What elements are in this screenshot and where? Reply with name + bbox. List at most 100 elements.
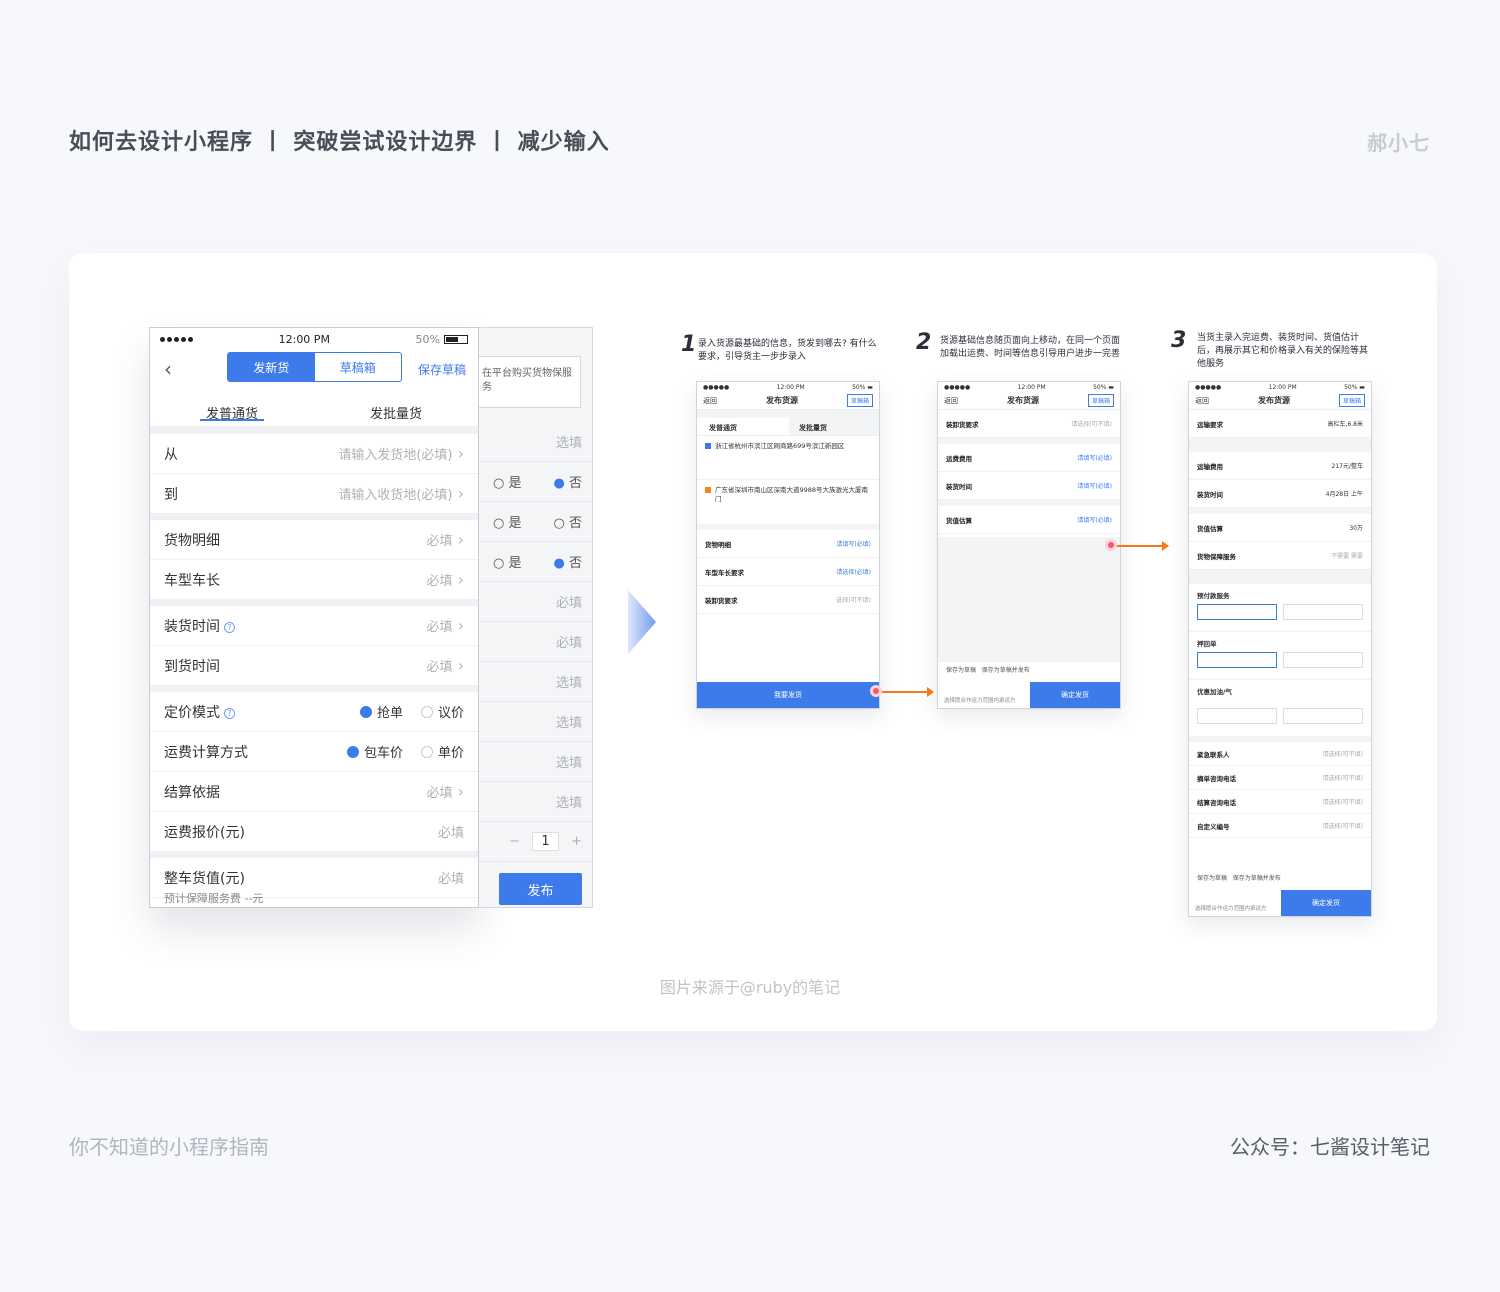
footer-left: 你不知道的小程序指南 — [69, 1135, 269, 1159]
segment-control[interactable]: 发新货 草稿箱 — [227, 352, 402, 382]
row-cargo-detail[interactable]: 货物明细 必填 — [150, 520, 478, 560]
back-row-yesno[interactable]: ○ 是 ● 否 — [479, 542, 592, 582]
drafts-tag[interactable]: 草稿箱 — [1338, 394, 1365, 407]
status-time: 12:00 PM — [278, 332, 330, 346]
insurance-fee-note: 预计保障服务费 --元 — [164, 892, 264, 905]
back-link[interactable]: 返回 — [703, 396, 717, 406]
row[interactable]: 货值估算 30万 — [1189, 514, 1371, 542]
row-to[interactable]: 到请输入收货地(必填) — [150, 474, 478, 514]
row-load-time[interactable]: 装货时间? 必填 — [150, 606, 478, 646]
radio-negotiate[interactable]: 议价 — [421, 702, 464, 721]
row[interactable]: 装卸货要求 请选择(可不填) — [938, 410, 1120, 438]
radio-save-draft[interactable]: 保存为草稿 — [1197, 875, 1227, 882]
row[interactable]: 自定义编号 请选择(可不填) — [1189, 814, 1371, 838]
row[interactable]: 货物保障服务 不需要 需要 — [1189, 542, 1371, 570]
tab-batch[interactable]: 发批量货 — [789, 418, 879, 435]
row[interactable]: 货值估算 请填写(必填) — [938, 506, 1120, 534]
seg-drafts[interactable]: 草稿箱 — [315, 353, 402, 381]
back-row[interactable]: 必填 — [479, 582, 592, 622]
confirm-button[interactable]: 确定发货 — [1281, 890, 1371, 916]
phone-step-1: ●●●●● 12:00 PM 50% ▬ 返回 发布货源 草稿箱 发普通货 发批量货 浙… — [696, 381, 880, 709]
back-link[interactable]: 返回 — [1195, 396, 1209, 406]
phone-step-2: ●●●●● 12:00 PM 50% ▬ 返回 发布货源 草稿箱 装卸货要求 请选择(可不… — [937, 381, 1121, 709]
row-vehicle[interactable]: 车型车长 必填 — [150, 560, 478, 600]
radio-charter[interactable]: 包车价 — [347, 742, 403, 761]
row[interactable]: 运输要求 高栏车,6.8米 — [1189, 410, 1371, 438]
radio-save-publish[interactable]: 保存为草稿并发布 — [982, 667, 1030, 674]
nav-title: 发布货源 — [1257, 396, 1290, 405]
service-receipt: 押回单 — [1189, 632, 1371, 680]
row[interactable]: 摘单咨询电话 请选择(可不填) — [1189, 766, 1371, 790]
page-title: 如何去设计小程序 丨 突破尝试设计边界 丨 减少输入 — [69, 130, 610, 155]
row[interactable]: 运费费用 请填写(必填) — [938, 444, 1120, 472]
arrow-icon — [1117, 541, 1169, 551]
row[interactable]: 紧急联系人 请选择(可不填) — [1189, 742, 1371, 766]
back-row[interactable]: 选填 — [479, 422, 592, 462]
confirm-button[interactable]: 确定发货 — [1030, 682, 1120, 708]
cargo-tabs: 发普通货 发批量货 — [150, 390, 478, 434]
nav-title: 发布货源 — [765, 396, 798, 405]
save-draft-button[interactable]: 保存草稿 — [418, 361, 466, 378]
row[interactable]: 车型车长要求 请选择(必填) — [697, 558, 879, 586]
signal-icon — [160, 336, 193, 342]
row-from[interactable]: 从请输入发货地(必填) — [150, 434, 478, 474]
tab-batch[interactable]: 发批量货 — [314, 390, 478, 426]
address-from[interactable]: 浙江省杭州市滨江区网商路699号滨江新园区 — [697, 436, 879, 480]
nav-title: 发布货源 — [1006, 396, 1039, 405]
back-panel: 在平台购买货物保服务 选填 ○ 是 ● 否 ○ 是 ○ 否 ○ 是 ● 否 必填 必填… — [479, 327, 593, 908]
row-freight-quote[interactable]: 运费报价(元) 必填 — [150, 812, 478, 852]
back-row-yesno[interactable]: ○ 是 ○ 否 — [479, 502, 592, 542]
row[interactable]: 运输费用 217元/整车 — [1189, 452, 1371, 480]
row[interactable]: 货物明细 请填写(必填) — [697, 530, 879, 558]
row[interactable]: 结算咨询电话 请选择(可不填) — [1189, 790, 1371, 814]
step-number: 3 — [1171, 328, 1187, 353]
row-settlement[interactable]: 结算依据 必填 — [150, 772, 478, 812]
step-text: 当货主录入完运费、装货时间、货值估计后，再展示其它和价格录入有关的保险等其他服务 — [1197, 333, 1369, 369]
submit-button[interactable]: 我要发货 — [697, 682, 879, 708]
quantity-stepper[interactable]: − 1 + — [479, 822, 592, 862]
phone-step-3: ●●●●● 12:00 PM 50% ▬ 返回 发布货源 草稿箱 运输要求 高栏车,6.8… — [1188, 381, 1372, 917]
row-freight-method: 运费计算方式 包车价 单价 — [150, 732, 478, 772]
back-icon[interactable]: ‹ — [164, 357, 172, 381]
row-arrive-time[interactable]: 到货时间 必填 — [150, 646, 478, 686]
drafts-tag[interactable]: 草稿箱 — [846, 394, 873, 407]
radio-save-draft[interactable]: 保存为草稿 — [946, 667, 976, 674]
insurance-note: 在平台购买货物保服务 — [479, 356, 581, 408]
back-row[interactable]: 选填 — [479, 742, 592, 782]
footer-note: 选择愿合作运力范围内承运方 — [1195, 906, 1267, 912]
address-to[interactable]: 广东省深圳市南山区深南大道9988号大族激光大厦南门 — [697, 480, 879, 524]
row[interactable]: 装货时间 请填写(必填) — [938, 472, 1120, 500]
step-text: 货源基础信息随页面向上移动，在同一个页面加载出运费、时间等信息引导用户进步一完善 — [940, 336, 1121, 359]
step-number: 1 — [681, 332, 697, 357]
row-pricing-mode: 定价模式? 抢单 议价 — [150, 692, 478, 732]
seg-new-cargo[interactable]: 发新货 — [228, 353, 315, 381]
back-row[interactable]: 选填 — [479, 662, 592, 702]
row[interactable]: 装货时间 4月28日 上午 — [1189, 480, 1371, 508]
step-number: 2 — [916, 330, 932, 355]
radio-save-publish[interactable]: 保存为草稿并发布 — [1233, 875, 1281, 882]
author-name: 郝小七 — [1367, 131, 1430, 155]
tab-normal[interactable]: 发普通货 — [697, 418, 789, 435]
publish-button[interactable]: 发布 — [499, 873, 582, 905]
help-icon: ? — [224, 707, 235, 719]
back-link[interactable]: 返回 — [944, 396, 958, 406]
step-text: 录入货源最基础的信息，货发到哪去? 有什么要求，引导货主一步步录入 — [698, 339, 877, 362]
footer-right: 公众号：七酱设计笔记 — [1230, 1135, 1430, 1159]
back-row[interactable]: 选填 — [479, 702, 592, 742]
radio-grab[interactable]: 抢单 — [360, 702, 403, 721]
service-fuel: 优惠加油/气 — [1189, 680, 1371, 736]
back-row[interactable]: 选填 — [479, 782, 592, 822]
battery-icon: 50% — [416, 333, 468, 346]
image-caption: 图片来源于@ruby的笔记 — [659, 978, 841, 997]
back-row-yesno[interactable]: ○ 是 ● 否 — [479, 462, 592, 502]
big-phone-mockup: 12:00 PM 50% ‹ 发新货 草稿箱 保存草稿 发普通货 发批量货 从请… — [149, 327, 479, 908]
arrow-icon — [882, 687, 934, 697]
radio-unit[interactable]: 单价 — [421, 742, 464, 761]
tab-normal[interactable]: 发普通货 — [150, 390, 314, 426]
row[interactable]: 装卸货要求 选择(可不填) — [697, 586, 879, 614]
back-row[interactable]: 必填 — [479, 622, 592, 662]
chevron-right-icon — [628, 590, 656, 654]
footer-note: 选择愿合作运力范围内承运方 — [944, 698, 1016, 704]
service-prepay: 预付款服务 — [1189, 584, 1371, 632]
drafts-tag[interactable]: 草稿箱 — [1087, 394, 1114, 407]
